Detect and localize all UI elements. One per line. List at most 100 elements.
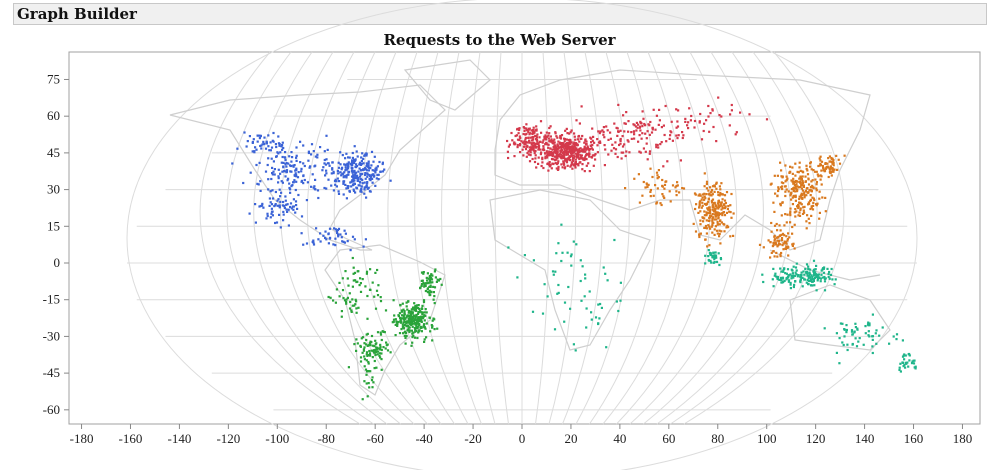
- data-point: [815, 289, 818, 292]
- data-point: [799, 278, 802, 281]
- data-point: [287, 224, 290, 227]
- data-point: [527, 136, 530, 139]
- data-point: [365, 270, 369, 273]
- data-point: [780, 251, 783, 255]
- data-point: [532, 259, 535, 262]
- data-point: [351, 256, 354, 260]
- data-point: [357, 170, 360, 173]
- data-point: [411, 323, 414, 326]
- data-point: [577, 151, 580, 154]
- data-point: [623, 143, 626, 146]
- data-point: [523, 142, 526, 145]
- data-point: [286, 210, 289, 213]
- data-point: [641, 194, 644, 197]
- data-point: [366, 173, 369, 176]
- data-point: [430, 291, 433, 294]
- data-point: [310, 185, 313, 188]
- data-point: [698, 120, 701, 123]
- data-point: [362, 348, 365, 351]
- y-tick-label: 0: [54, 255, 61, 270]
- data-point: [633, 177, 636, 180]
- data-point: [714, 251, 717, 254]
- data-point: [375, 289, 379, 292]
- data-point: [352, 272, 355, 275]
- data-point: [855, 345, 859, 348]
- data-point: [276, 204, 279, 207]
- data-point: [319, 146, 322, 149]
- data-point: [616, 155, 619, 159]
- data-point: [316, 189, 320, 192]
- data-point: [294, 200, 298, 203]
- data-point: [662, 195, 665, 198]
- data-point: [331, 161, 334, 164]
- data-point: [284, 199, 287, 202]
- data-point: [832, 159, 835, 162]
- data-point: [254, 146, 257, 149]
- data-point: [698, 201, 701, 204]
- data-point: [781, 244, 784, 247]
- data-point: [420, 330, 423, 333]
- data-point: [794, 162, 797, 165]
- data-point: [576, 153, 579, 156]
- data-point: [431, 339, 434, 342]
- data-point: [295, 154, 298, 157]
- data-point: [837, 158, 840, 161]
- data-point: [637, 173, 640, 176]
- data-point: [604, 148, 607, 151]
- data-point: [771, 278, 774, 281]
- data-point: [613, 238, 616, 242]
- data-point: [809, 161, 812, 164]
- data-point: [864, 332, 867, 335]
- data-point: [810, 284, 813, 287]
- data-point: [411, 325, 414, 328]
- data-point: [531, 129, 534, 132]
- data-point: [569, 131, 572, 134]
- data-point: [361, 278, 364, 281]
- data-point: [361, 398, 364, 401]
- data-point: [275, 145, 278, 149]
- data-point: [708, 219, 711, 222]
- data-point: [565, 149, 568, 152]
- data-point: [553, 328, 557, 331]
- data-point: [712, 221, 715, 224]
- data-point: [892, 335, 895, 338]
- data-point: [792, 177, 795, 180]
- data-point: [703, 226, 706, 229]
- data-point: [901, 339, 904, 342]
- data-point: [528, 127, 531, 130]
- data-point: [518, 138, 521, 142]
- data-point: [573, 141, 576, 144]
- data-point: [361, 172, 364, 175]
- data-point: [545, 141, 548, 144]
- data-point: [765, 118, 769, 121]
- data-point: [339, 163, 342, 166]
- data-point: [422, 323, 426, 326]
- data-point: [534, 144, 537, 147]
- data-point: [355, 174, 358, 178]
- data-point: [798, 197, 801, 201]
- data-point: [392, 320, 395, 323]
- x-tick-label: 20: [564, 431, 577, 446]
- data-point: [262, 206, 265, 209]
- data-point: [355, 311, 358, 314]
- data-point: [831, 278, 834, 281]
- data-point: [574, 146, 577, 149]
- data-point: [912, 362, 916, 365]
- data-point: [818, 157, 821, 160]
- data-point: [563, 301, 567, 304]
- data-point: [522, 145, 525, 148]
- data-point: [546, 151, 549, 154]
- data-point: [818, 276, 821, 279]
- data-point: [805, 220, 808, 223]
- data-point: [352, 183, 355, 186]
- data-point: [716, 206, 719, 209]
- data-point: [830, 267, 833, 271]
- data-point: [259, 189, 262, 192]
- data-point: [542, 145, 545, 148]
- data-point: [315, 227, 318, 230]
- data-point: [641, 125, 644, 128]
- data-point: [705, 203, 708, 206]
- data-point: [373, 367, 376, 370]
- data-point: [374, 307, 378, 310]
- data-point: [908, 354, 911, 357]
